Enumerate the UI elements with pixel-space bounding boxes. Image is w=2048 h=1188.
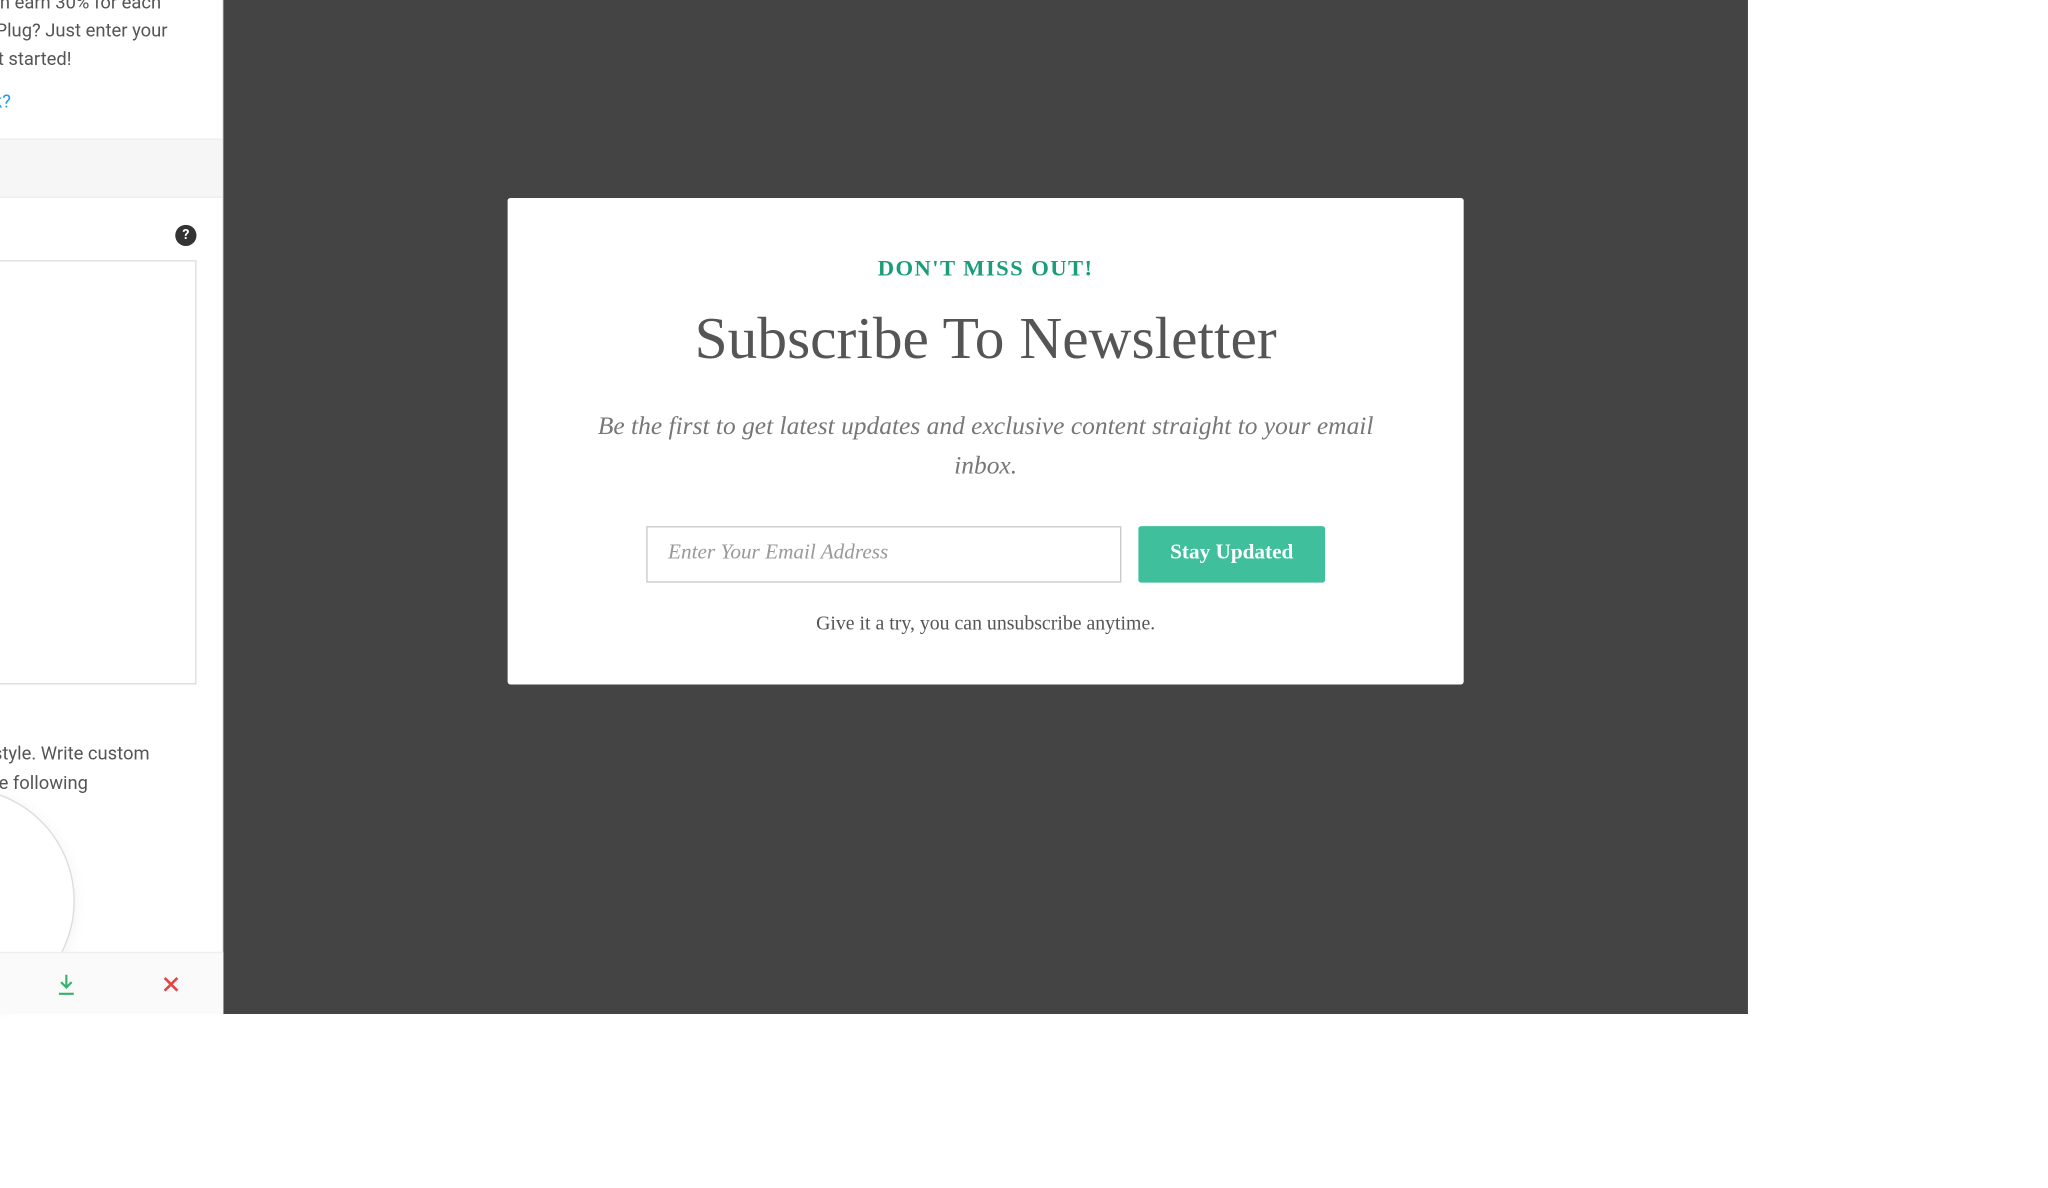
modal-eyebrow: DON'T MISS OUT! — [564, 258, 1407, 283]
download-icon[interactable] — [54, 971, 79, 996]
preview-canvas: DON'T MISS OUT! Subscribe To Newsletter … — [223, 0, 1748, 1014]
unique-class-name: .cp_id_984c3 — [0, 813, 222, 895]
newsletter-modal: DON'T MISS OUT! Subscribe To Newsletter … — [508, 198, 1464, 684]
css-code-editor[interactable]: 1 — [0, 261, 196, 685]
affiliate-description: Did you know that you can earn 30% for e… — [0, 0, 222, 76]
affiliate-learn-more-link[interactable]: Curious how does it work? — [0, 76, 36, 140]
bottom-toolbar — [0, 952, 223, 1014]
email-input[interactable] — [647, 526, 1122, 583]
close-red-icon[interactable] — [158, 971, 183, 996]
modal-footnote: Give it a try, you can unsubscribe anyti… — [564, 614, 1407, 637]
modal-subtext: Be the first to get latest updates and e… — [564, 407, 1407, 486]
custom-code-header[interactable]: Custom Code — [0, 139, 222, 198]
modal-headline: Subscribe To Newsletter — [564, 306, 1407, 374]
settings-sidebar: Become A ConvertPlug Affiliate No Did yo… — [0, 0, 223, 1014]
help-icon[interactable]: ? — [175, 225, 196, 246]
subscribe-button[interactable]: Stay Updated — [1139, 526, 1324, 583]
css-help-text: Add uniqueness to your style. Write cust… — [0, 685, 222, 813]
code-body[interactable] — [0, 262, 195, 683]
